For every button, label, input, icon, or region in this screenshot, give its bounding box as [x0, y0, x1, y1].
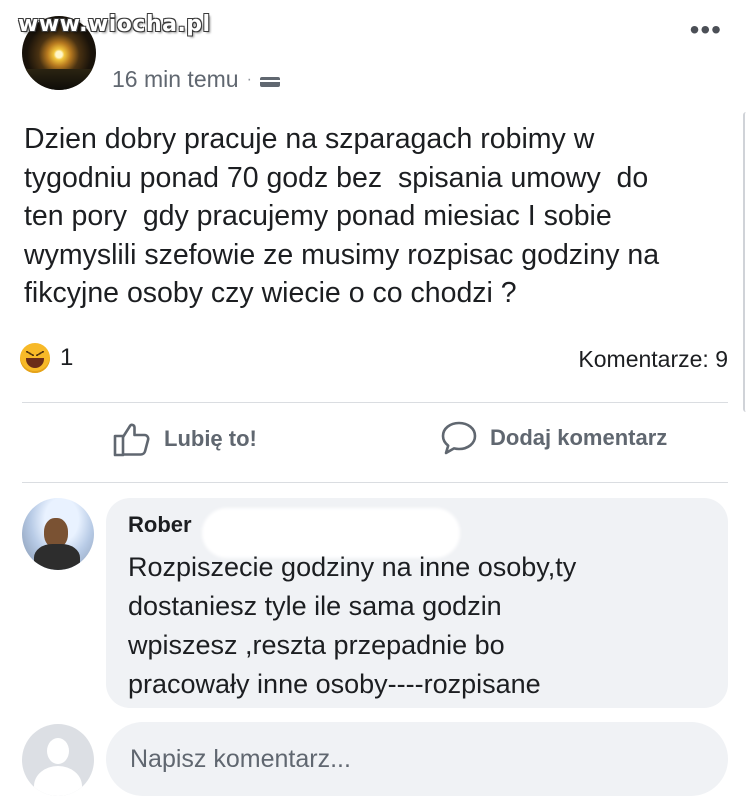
comment-bubble[interactable]: Rober Rozpiszecie godziny na inne osoby,… [106, 498, 728, 708]
current-user-avatar [22, 724, 94, 796]
avatar-body [34, 544, 80, 570]
avatar-head [47, 738, 69, 764]
post-timestamp[interactable]: 16 min temu [112, 66, 239, 93]
comment-author[interactable]: Rober [128, 512, 192, 538]
haha-reaction-icon [20, 343, 50, 373]
reaction-summary[interactable]: 1 [20, 343, 73, 373]
more-options-icon[interactable]: ••• [690, 16, 722, 44]
comment-button[interactable]: Dodaj komentarz [440, 420, 667, 456]
thumbs-up-icon [113, 423, 150, 457]
divider [22, 402, 728, 403]
comment-label: Dodaj komentarz [490, 425, 668, 450]
commenter-avatar[interactable] [22, 498, 94, 570]
like-label: Lubię to! [164, 426, 257, 451]
post-meta: 16 min temu · [112, 66, 280, 93]
comment-input[interactable] [128, 743, 728, 775]
audience-icon[interactable] [259, 76, 280, 87]
watermark: www.wiocha.pl [18, 12, 211, 37]
avatar-body [34, 766, 82, 796]
reaction-count: 1 [60, 344, 74, 371]
divider [22, 482, 728, 483]
meta-separator: · [246, 70, 252, 88]
comment-composer[interactable] [106, 722, 728, 796]
post-body: Dzien dobry pracuje na szparagach robimy… [24, 123, 660, 309]
like-button[interactable]: Lubię to! [112, 420, 257, 458]
comment-bubble-icon [441, 421, 477, 455]
scrollbar[interactable] [743, 112, 750, 412]
comments-count[interactable]: Komentarze: 9 [578, 346, 728, 373]
comment-text: Rozpiszecie godziny na inne osoby,ty dos… [128, 552, 577, 699]
